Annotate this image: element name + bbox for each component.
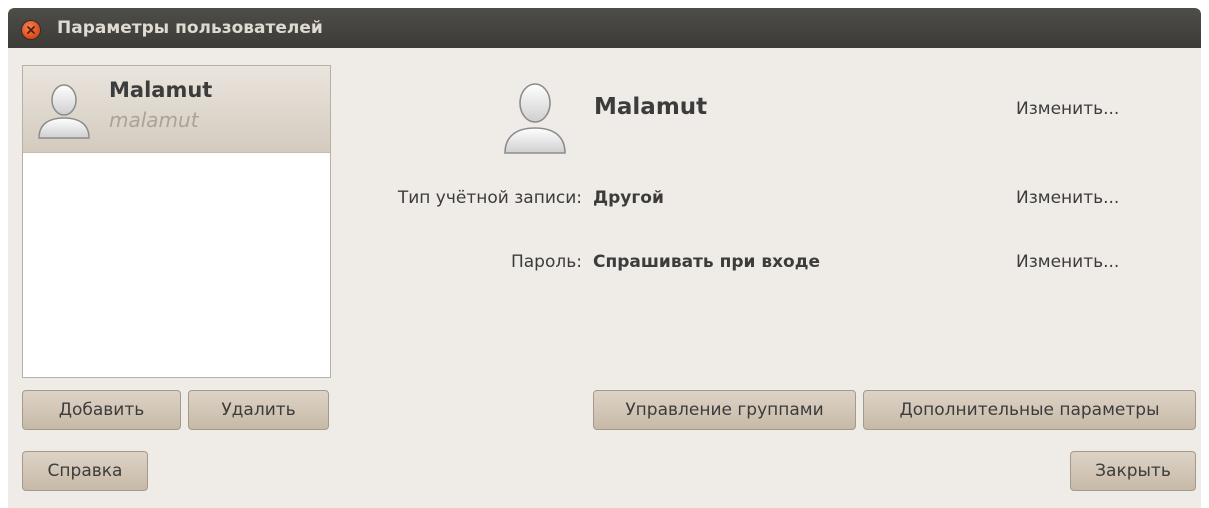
manage-groups-button[interactable]: Управление группами [593,390,856,430]
user-settings-window: Параметры пользователей Malamut malamut [8,8,1201,508]
user-list-item[interactable]: Malamut malamut [23,66,330,153]
account-type-value: Другой [593,188,664,208]
user-list[interactable]: Malamut malamut [22,65,331,378]
help-button[interactable]: Справка [22,451,148,491]
close-button[interactable]: Закрыть [1070,451,1196,491]
titlebar[interactable]: Параметры пользователей [8,8,1201,48]
user-list-item-login: malamut [109,108,199,132]
window-close-button[interactable] [22,21,40,39]
user-avatar-icon [38,84,90,139]
selected-user-name: Malamut [594,94,708,120]
close-icon [27,26,35,34]
password-value: Спрашивать при входе [593,252,820,272]
account-type-label: Тип учётной записи: [397,188,582,208]
user-avatar-large-icon[interactable] [500,79,570,155]
delete-user-button[interactable]: Удалить [188,390,329,430]
change-name-link[interactable]: Изменить... [1016,99,1119,119]
change-account-type-link[interactable]: Изменить... [1016,188,1119,208]
add-user-button[interactable]: Добавить [22,390,181,430]
window-title: Параметры пользователей [57,18,323,38]
advanced-settings-button[interactable]: Дополнительные параметры [863,390,1196,430]
password-label: Пароль: [510,252,582,272]
change-password-link[interactable]: Изменить... [1016,252,1119,272]
user-list-item-name: Malamut [109,78,213,102]
